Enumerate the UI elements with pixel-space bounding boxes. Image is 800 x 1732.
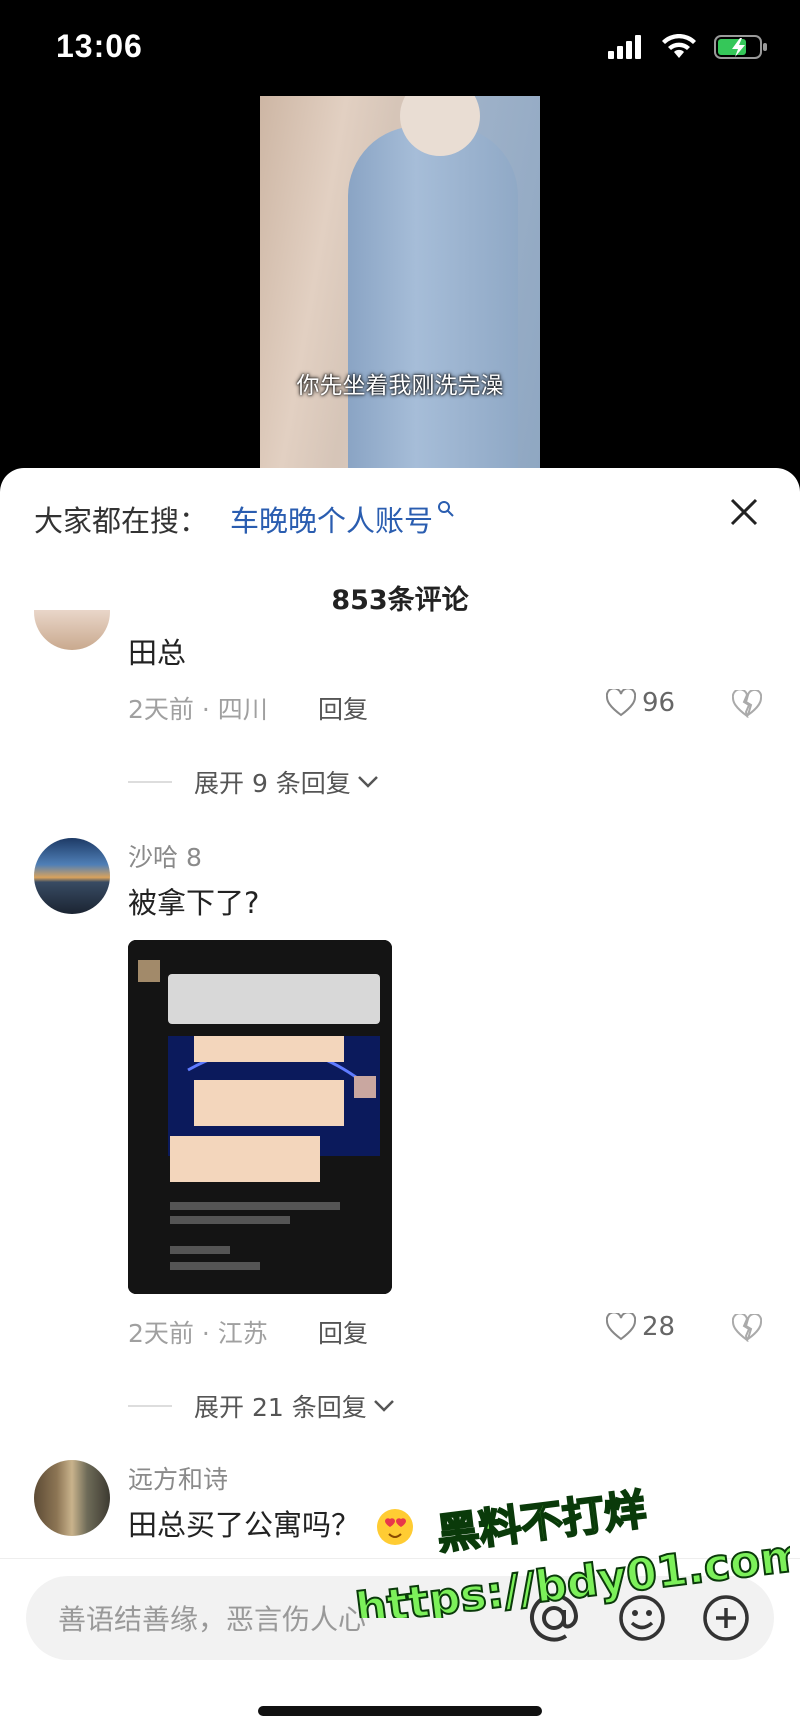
expand-line bbox=[128, 1405, 172, 1407]
comment-text-content: 田总买了公寓吗？ bbox=[128, 1508, 361, 1542]
like-button[interactable]: 28 bbox=[606, 1312, 675, 1342]
status-bar: 13:06 bbox=[0, 0, 800, 96]
comments-sheet: 大家都在搜： 车晚晚个人账号 853条评论 田总 2天前 · 四川 回复 96 … bbox=[0, 468, 800, 1732]
comment-text: 田总买了公寓吗？ bbox=[128, 1502, 415, 1547]
comment-input-placeholder: 善语结善缘，恶言伤人心 bbox=[58, 1603, 367, 1636]
chevron-down-icon bbox=[373, 1400, 394, 1412]
reply-button[interactable]: 回复 bbox=[318, 1314, 368, 1350]
expand-line bbox=[128, 781, 172, 783]
comment-input[interactable]: 善语结善缘，恶言伤人心 bbox=[26, 1576, 774, 1660]
comment-meta: 2天前 · 四川 bbox=[128, 695, 268, 724]
home-indicator[interactable] bbox=[258, 1706, 542, 1716]
broken-heart-icon bbox=[731, 1312, 763, 1343]
comment-count: 853条评论 bbox=[331, 585, 469, 616]
avatar[interactable] bbox=[34, 838, 110, 914]
chat-screenshot bbox=[128, 940, 392, 1294]
dislike-button[interactable] bbox=[731, 1312, 763, 1346]
comment-image[interactable] bbox=[128, 940, 392, 1294]
search-icon bbox=[438, 501, 454, 517]
emoji-button[interactable] bbox=[614, 1590, 670, 1646]
wifi-icon bbox=[662, 34, 696, 58]
smiley-icon bbox=[619, 1595, 665, 1641]
search-prefix: 大家都在搜： bbox=[34, 504, 209, 538]
status-time: 13:06 bbox=[56, 28, 143, 64]
signal-icon bbox=[608, 35, 641, 59]
status-icons bbox=[608, 34, 768, 60]
heart-icon bbox=[606, 689, 636, 717]
video-frame[interactable]: 你先坐着我刚洗完澡 bbox=[260, 96, 540, 468]
comment-text: 田总 bbox=[128, 636, 187, 670]
video-person bbox=[348, 126, 518, 468]
avatar[interactable] bbox=[34, 610, 110, 650]
comment-meta: 2天前 · 江苏 bbox=[128, 1319, 268, 1348]
like-count: 96 bbox=[642, 688, 676, 718]
search-term-link[interactable]: 车晚晚个人账号 bbox=[230, 498, 433, 540]
reply-button[interactable]: 回复 bbox=[318, 690, 368, 726]
at-icon bbox=[530, 1593, 579, 1642]
username[interactable]: 沙哈 8 bbox=[128, 838, 202, 874]
avatar[interactable] bbox=[34, 1460, 110, 1536]
plus-circle-icon bbox=[703, 1595, 749, 1641]
username[interactable]: 远方和诗 bbox=[128, 1460, 228, 1496]
expand-label: 展开 9 条回复 bbox=[194, 769, 351, 798]
video-player[interactable]: 你先坐着我刚洗完澡 bbox=[0, 96, 800, 468]
add-button[interactable] bbox=[698, 1590, 754, 1646]
mention-button[interactable] bbox=[526, 1590, 582, 1646]
expand-replies[interactable]: 展开 21 条回复 bbox=[128, 1388, 395, 1424]
video-subtitle: 你先坐着我刚洗完澡 bbox=[296, 373, 504, 399]
input-divider bbox=[0, 1558, 800, 1559]
expand-replies[interactable]: 展开 9 条回复 bbox=[128, 764, 379, 800]
trending-search[interactable]: 大家都在搜： 车晚晚个人账号 bbox=[34, 498, 455, 540]
chevron-down-icon bbox=[357, 776, 378, 788]
battery-charging-icon bbox=[714, 35, 767, 59]
heart-eyes-emoji-icon bbox=[377, 1509, 414, 1545]
expand-label: 展开 21 条回复 bbox=[194, 1393, 367, 1422]
heart-icon bbox=[606, 1313, 636, 1341]
close-button[interactable] bbox=[722, 492, 766, 536]
comment-text: 被拿下了? bbox=[128, 886, 260, 920]
like-count: 28 bbox=[642, 1312, 676, 1342]
close-icon bbox=[730, 498, 758, 526]
dislike-button[interactable] bbox=[731, 688, 763, 722]
like-button[interactable]: 96 bbox=[606, 688, 675, 718]
broken-heart-icon bbox=[731, 688, 763, 719]
